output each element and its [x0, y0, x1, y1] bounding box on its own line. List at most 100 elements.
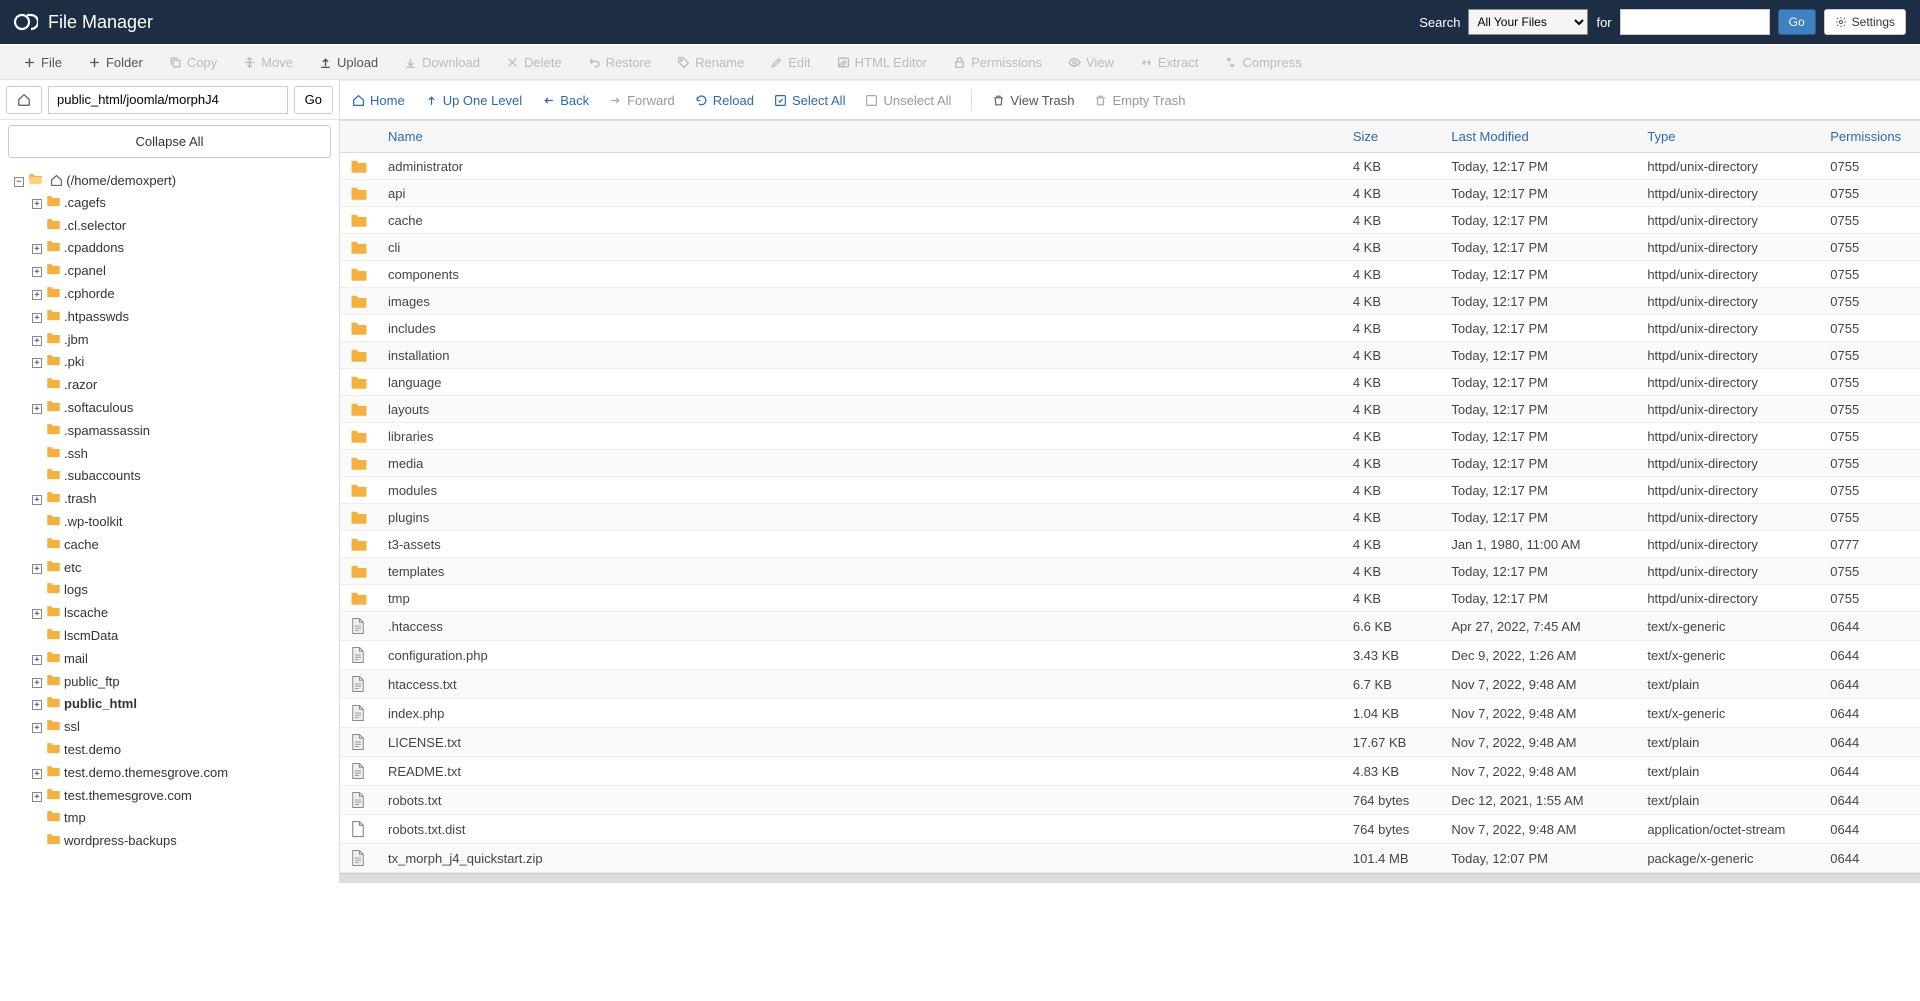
tree-item[interactable]: +.htpasswds	[32, 306, 339, 329]
col-permissions[interactable]: Permissions	[1820, 121, 1920, 153]
col-modified[interactable]: Last Modified	[1441, 121, 1637, 153]
tree-item[interactable]: +.softaculous	[32, 397, 339, 420]
nav-unselect-all-button[interactable]: Unselect All	[865, 93, 951, 108]
table-row[interactable]: plugins4 KBToday, 12:17 PMhttpd/unix-dir…	[340, 504, 1920, 531]
tree-item[interactable]: .spamassassin	[32, 420, 339, 443]
collapse-all-button[interactable]: Collapse All	[8, 125, 331, 158]
table-row[interactable]: images4 KBToday, 12:17 PMhttpd/unix-dire…	[340, 288, 1920, 315]
nav-forward-button[interactable]: Forward	[609, 93, 675, 108]
path-input[interactable]	[48, 86, 288, 114]
expander-icon[interactable]: +	[32, 700, 42, 710]
expander-icon[interactable]: +	[32, 792, 42, 802]
tree-item[interactable]: +test.demo.themesgrove.com	[32, 762, 339, 785]
table-row[interactable]: libraries4 KBToday, 12:17 PMhttpd/unix-d…	[340, 423, 1920, 450]
expander-icon[interactable]: +	[32, 313, 42, 323]
expander-icon[interactable]: +	[32, 404, 42, 414]
expander-icon[interactable]: +	[32, 564, 42, 574]
expander-icon[interactable]: +	[32, 358, 42, 368]
tree-item[interactable]: .wp-toolkit	[32, 511, 339, 534]
col-size[interactable]: Size	[1343, 121, 1442, 153]
nav-back-button[interactable]: Back	[542, 93, 589, 108]
table-row[interactable]: language4 KBToday, 12:17 PMhttpd/unix-di…	[340, 369, 1920, 396]
table-row[interactable]: robots.txt.dist764 bytesNov 7, 2022, 9:4…	[340, 815, 1920, 844]
path-home-button[interactable]	[6, 86, 42, 114]
tree-item[interactable]: +lscache	[32, 602, 339, 625]
tree-item[interactable]: tmp	[32, 807, 339, 830]
table-row[interactable]: htaccess.txt6.7 KBNov 7, 2022, 9:48 AMte…	[340, 670, 1920, 699]
tree-item[interactable]: wordpress-backups	[32, 830, 339, 853]
tree-item[interactable]: +.cagefs	[32, 192, 339, 215]
tree-item[interactable]: +.pki	[32, 351, 339, 374]
expander-icon[interactable]: +	[32, 290, 42, 300]
tree-item[interactable]: +.cpaddons	[32, 237, 339, 260]
expander-icon[interactable]: +	[32, 495, 42, 505]
expander-icon[interactable]: +	[32, 655, 42, 665]
expander-icon[interactable]: +	[32, 199, 42, 209]
col-icon[interactable]	[340, 121, 378, 153]
expander-icon[interactable]: +	[32, 244, 42, 254]
tree-root-item[interactable]: − (/home/demoxpert)+.cagefs.cl.selector+…	[14, 170, 339, 854]
table-row[interactable]: layouts4 KBToday, 12:17 PMhttpd/unix-dir…	[340, 396, 1920, 423]
table-row[interactable]: robots.txt764 bytesDec 12, 2021, 1:55 AM…	[340, 786, 1920, 815]
col-name[interactable]: Name	[378, 121, 1343, 153]
nav-home-button[interactable]: Home	[352, 93, 405, 108]
tree-item[interactable]: logs	[32, 579, 339, 602]
tree-item[interactable]: +.jbm	[32, 329, 339, 352]
horizontal-scrollbar[interactable]	[340, 873, 1920, 883]
expander-icon[interactable]: +	[32, 609, 42, 619]
tree-item[interactable]: .subaccounts	[32, 465, 339, 488]
table-row[interactable]: cache4 KBToday, 12:17 PMhttpd/unix-direc…	[340, 207, 1920, 234]
table-row[interactable]: installation4 KBToday, 12:17 PMhttpd/uni…	[340, 342, 1920, 369]
expander-icon[interactable]: +	[32, 723, 42, 733]
table-row[interactable]: cli4 KBToday, 12:17 PMhttpd/unix-directo…	[340, 234, 1920, 261]
toolbar-upload-button[interactable]: Upload	[306, 46, 391, 78]
nav-up-one-level-button[interactable]: Up One Level	[425, 93, 523, 108]
col-type[interactable]: Type	[1637, 121, 1820, 153]
tree-item[interactable]: .cl.selector	[32, 215, 339, 238]
tree-item[interactable]: +test.themesgrove.com	[32, 785, 339, 808]
nav-reload-button[interactable]: Reload	[695, 93, 754, 108]
table-row[interactable]: api4 KBToday, 12:17 PMhttpd/unix-directo…	[340, 180, 1920, 207]
toolbar-folder-button[interactable]: Folder	[75, 46, 156, 78]
search-go-button[interactable]: Go	[1778, 9, 1816, 35]
tree-item[interactable]: .ssh	[32, 443, 339, 466]
expander-icon[interactable]: +	[32, 267, 42, 277]
nav-empty-trash-button[interactable]: Empty Trash	[1094, 93, 1185, 108]
table-row[interactable]: configuration.php3.43 KBDec 9, 2022, 1:2…	[340, 641, 1920, 670]
tree-item[interactable]: lscmData	[32, 625, 339, 648]
tree-item[interactable]: +mail	[32, 648, 339, 671]
tree-item[interactable]: cache	[32, 534, 339, 557]
tree-item[interactable]: +.cphorde	[32, 283, 339, 306]
table-row[interactable]: tmp4 KBToday, 12:17 PMhttpd/unix-directo…	[340, 585, 1920, 612]
nav-view-trash-button[interactable]: View Trash	[992, 93, 1074, 108]
table-row[interactable]: modules4 KBToday, 12:17 PMhttpd/unix-dir…	[340, 477, 1920, 504]
table-row[interactable]: README.txt4.83 KBNov 7, 2022, 9:48 AMtex…	[340, 757, 1920, 786]
table-row[interactable]: includes4 KBToday, 12:17 PMhttpd/unix-di…	[340, 315, 1920, 342]
tree-item[interactable]: +public_ftp	[32, 671, 339, 694]
table-row[interactable]: administrator4 KBToday, 12:17 PMhttpd/un…	[340, 153, 1920, 180]
table-row[interactable]: media4 KBToday, 12:17 PMhttpd/unix-direc…	[340, 450, 1920, 477]
table-row[interactable]: t3-assets4 KBJan 1, 1980, 11:00 AMhttpd/…	[340, 531, 1920, 558]
tree-item[interactable]: +.trash	[32, 488, 339, 511]
expander-icon[interactable]: +	[32, 678, 42, 688]
table-row[interactable]: templates4 KBToday, 12:17 PMhttpd/unix-d…	[340, 558, 1920, 585]
expander-icon[interactable]: −	[14, 177, 24, 187]
table-row[interactable]: components4 KBToday, 12:17 PMhttpd/unix-…	[340, 261, 1920, 288]
expander-icon[interactable]: +	[32, 336, 42, 346]
table-row[interactable]: LICENSE.txt17.67 KBNov 7, 2022, 9:48 AMt…	[340, 728, 1920, 757]
expander-icon[interactable]: +	[32, 769, 42, 779]
table-row[interactable]: .htaccess6.6 KBApr 27, 2022, 7:45 AMtext…	[340, 612, 1920, 641]
settings-button[interactable]: Settings	[1824, 9, 1906, 35]
tree-item[interactable]: +ssl	[32, 716, 339, 739]
tree-item[interactable]: test.demo	[32, 739, 339, 762]
path-go-button[interactable]: Go	[294, 86, 333, 114]
table-row[interactable]: tx_morph_j4_quickstart.zip101.4 MBToday,…	[340, 844, 1920, 873]
search-scope-select[interactable]: All Your Files	[1468, 9, 1588, 35]
tree-item[interactable]: +public_html	[32, 693, 339, 716]
tree-item[interactable]: +etc	[32, 557, 339, 580]
table-row[interactable]: index.php1.04 KBNov 7, 2022, 9:48 AMtext…	[340, 699, 1920, 728]
nav-select-all-button[interactable]: Select All	[774, 93, 845, 108]
tree-item[interactable]: +.cpanel	[32, 260, 339, 283]
search-input[interactable]	[1620, 9, 1770, 35]
toolbar-file-button[interactable]: File	[10, 46, 75, 78]
